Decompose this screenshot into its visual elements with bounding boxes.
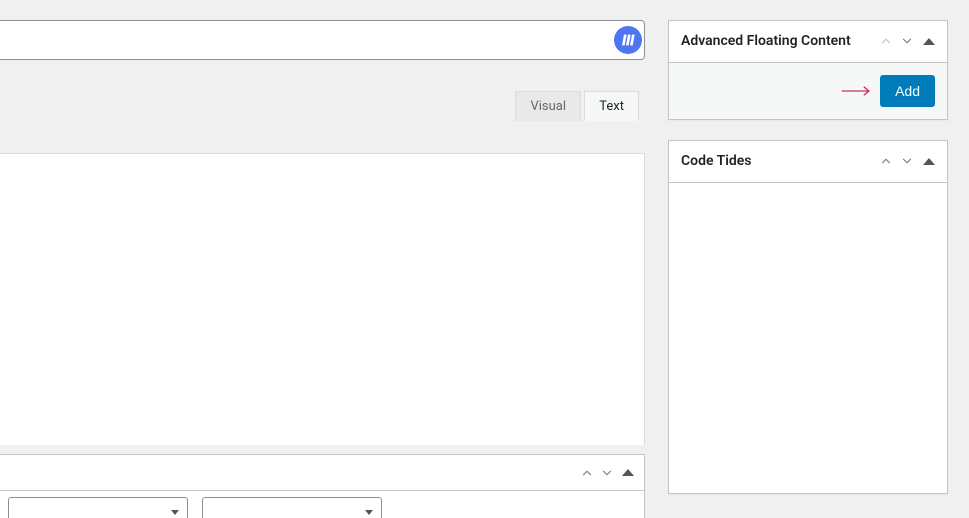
add-button[interactable]: Add [880, 75, 935, 107]
metabox-code-tides: Code Tides [668, 140, 948, 494]
lower-metabox-header [0, 455, 644, 491]
metabox-title: Advanced Floating Content [681, 32, 879, 51]
metabox-header: Code Tides [669, 141, 947, 183]
lower-select-1[interactable] [8, 497, 188, 518]
metabox-controls [879, 154, 935, 168]
title-icon-button[interactable] [614, 26, 642, 54]
post-content-editor[interactable] [0, 153, 645, 445]
move-down-icon[interactable] [600, 466, 614, 480]
tab-visual[interactable]: Visual [515, 91, 581, 121]
move-down-icon[interactable] [900, 154, 914, 168]
move-down-icon[interactable] [900, 34, 914, 48]
hash-bars-icon [620, 32, 636, 48]
tab-text[interactable]: Text [584, 91, 639, 121]
move-up-icon[interactable] [879, 34, 893, 48]
move-up-icon[interactable] [580, 466, 594, 480]
lower-metabox-controls [0, 491, 644, 518]
toggle-panel-icon[interactable] [923, 158, 935, 165]
move-up-icon[interactable] [879, 154, 893, 168]
sidebar-column: Advanced Floating Content Add [668, 20, 948, 514]
toggle-panel-icon[interactable] [923, 38, 935, 45]
arrow-annotation-icon [840, 84, 874, 98]
metabox-advanced-floating-content: Advanced Floating Content Add [668, 20, 948, 120]
lower-select-2[interactable] [202, 497, 382, 518]
metabox-body [669, 183, 947, 493]
lower-metabox [0, 454, 645, 518]
main-editor-column: Visual Text [0, 0, 648, 518]
metabox-body: Add [669, 63, 947, 119]
toggle-panel-icon[interactable] [622, 469, 634, 476]
metabox-title: Code Tides [681, 152, 879, 171]
metabox-header: Advanced Floating Content [669, 21, 947, 63]
post-title-input[interactable] [0, 20, 645, 60]
metabox-controls [879, 34, 935, 48]
editor-mode-tabs: Visual Text [0, 88, 645, 121]
